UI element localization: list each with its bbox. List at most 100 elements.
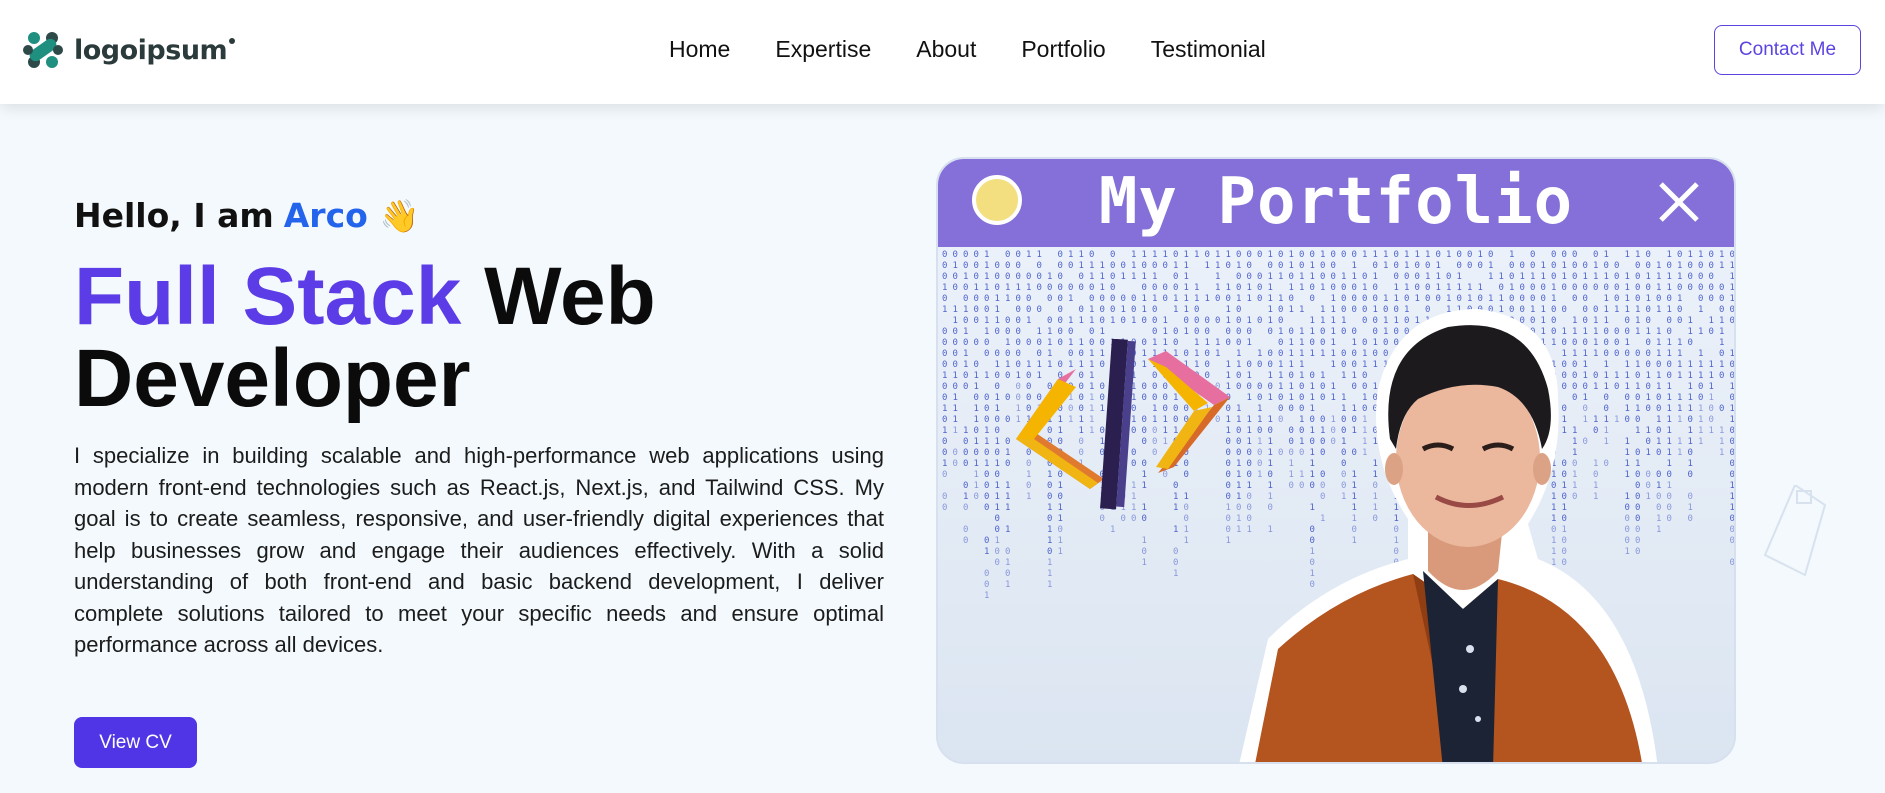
svg-text:0: 0 <box>1331 261 1336 271</box>
nav-link-about[interactable]: About <box>916 36 976 63</box>
nav-link-home[interactable]: Home <box>669 36 730 63</box>
svg-text:1: 1 <box>984 426 989 436</box>
svg-text:0: 0 <box>995 272 1000 282</box>
svg-text:0: 0 <box>1509 272 1514 282</box>
svg-text:1: 1 <box>1089 261 1094 271</box>
svg-text:0: 0 <box>1152 283 1157 293</box>
svg-text:1: 1 <box>1551 294 1556 304</box>
svg-text:1: 1 <box>1593 272 1598 282</box>
svg-text:0: 0 <box>1131 294 1136 304</box>
svg-text:1: 1 <box>995 316 1000 326</box>
svg-text:0: 0 <box>1425 261 1430 271</box>
svg-text:0: 0 <box>974 261 979 271</box>
logo[interactable]: logoipsum <box>22 30 236 70</box>
svg-text:0: 0 <box>984 503 989 513</box>
nav-link-portfolio[interactable]: Portfolio <box>1021 36 1105 63</box>
svg-text:1: 1 <box>1268 250 1273 260</box>
nav-link-expertise[interactable]: Expertise <box>775 36 871 63</box>
svg-text:0: 0 <box>1079 283 1084 293</box>
svg-text:1: 1 <box>1719 437 1724 447</box>
svg-text:0: 0 <box>984 349 989 359</box>
svg-text:0: 0 <box>942 360 947 370</box>
svg-text:0: 0 <box>1163 294 1168 304</box>
svg-text:1: 1 <box>1446 250 1451 260</box>
svg-text:0: 0 <box>1488 250 1493 260</box>
svg-text:0: 0 <box>1730 448 1735 458</box>
svg-text:1: 1 <box>974 459 979 469</box>
svg-text:1: 1 <box>1320 250 1325 260</box>
svg-text:1: 1 <box>1047 558 1052 568</box>
svg-text:0: 0 <box>953 272 958 282</box>
svg-text:0: 0 <box>1058 525 1063 535</box>
view-cv-button[interactable]: View CV <box>74 717 197 768</box>
svg-text:0: 0 <box>984 448 989 458</box>
svg-text:1: 1 <box>1730 415 1735 425</box>
svg-text:0: 0 <box>1047 294 1052 304</box>
svg-text:1: 1 <box>1719 327 1724 337</box>
svg-text:1: 1 <box>953 371 958 381</box>
svg-text:0: 0 <box>1583 261 1588 271</box>
svg-text:1: 1 <box>1467 283 1472 293</box>
svg-text:0: 0 <box>1572 250 1577 260</box>
svg-text:1: 1 <box>1457 272 1462 282</box>
svg-text:1: 1 <box>984 283 989 293</box>
svg-text:0: 0 <box>1562 283 1567 293</box>
svg-text:1: 1 <box>942 305 947 315</box>
svg-text:0: 0 <box>1289 294 1294 304</box>
svg-text:1: 1 <box>1551 283 1556 293</box>
nav-link-testimonial[interactable]: Testimonial <box>1151 36 1266 63</box>
svg-text:1: 1 <box>1005 580 1010 590</box>
greeting-prefix: Hello, I am <box>74 196 274 235</box>
svg-text:1: 1 <box>1184 294 1189 304</box>
svg-text:0: 0 <box>1635 283 1640 293</box>
svg-text:1: 1 <box>974 283 979 293</box>
svg-text:0: 0 <box>984 569 989 579</box>
close-icon[interactable] <box>1656 179 1702 225</box>
svg-text:1: 1 <box>1425 272 1430 282</box>
svg-text:0: 0 <box>1110 294 1115 304</box>
svg-text:1: 1 <box>1047 327 1052 337</box>
svg-text:1: 1 <box>1698 415 1703 425</box>
svg-text:0: 0 <box>1257 294 1262 304</box>
svg-text:1: 1 <box>1688 382 1693 392</box>
svg-text:0: 0 <box>1698 272 1703 282</box>
svg-text:0: 0 <box>1730 514 1735 524</box>
svg-text:1: 1 <box>1362 283 1367 293</box>
svg-text:0: 0 <box>1373 283 1378 293</box>
svg-text:0: 0 <box>1016 250 1021 260</box>
svg-text:1: 1 <box>1593 261 1598 271</box>
svg-text:0: 0 <box>1614 261 1619 271</box>
svg-text:1: 1 <box>1194 294 1199 304</box>
svg-text:1: 1 <box>1719 261 1724 271</box>
svg-text:0: 0 <box>1352 294 1357 304</box>
svg-text:1: 1 <box>1320 283 1325 293</box>
contact-me-button[interactable]: Contact Me <box>1714 25 1861 75</box>
svg-text:0: 0 <box>1467 261 1472 271</box>
svg-text:0: 0 <box>1478 261 1483 271</box>
svg-text:0: 0 <box>1205 250 1210 260</box>
svg-text:1: 1 <box>1194 250 1199 260</box>
svg-text:0: 0 <box>974 250 979 260</box>
svg-text:1: 1 <box>1152 250 1157 260</box>
svg-text:0: 0 <box>1646 250 1651 260</box>
svg-text:0: 0 <box>942 382 947 392</box>
svg-text:1: 1 <box>1089 272 1094 282</box>
svg-text:0: 0 <box>953 338 958 348</box>
svg-text:0: 0 <box>1268 261 1273 271</box>
svg-text:1: 1 <box>1499 272 1504 282</box>
svg-text:0: 0 <box>995 558 1000 568</box>
svg-text:0: 0 <box>1614 272 1619 282</box>
svg-text:1: 1 <box>1121 272 1126 282</box>
svg-text:0: 0 <box>953 283 958 293</box>
svg-text:1: 1 <box>1404 261 1409 271</box>
svg-text:1: 1 <box>1436 272 1441 282</box>
svg-text:0: 0 <box>1058 272 1063 282</box>
hero-headline: Full Stack Web Developer <box>74 256 656 420</box>
svg-text:1: 1 <box>1688 393 1693 403</box>
svg-text:1: 1 <box>995 305 1000 315</box>
svg-text:1: 1 <box>1709 360 1714 370</box>
svg-text:0: 0 <box>1331 283 1336 293</box>
svg-text:1: 1 <box>1436 283 1441 293</box>
svg-text:1: 1 <box>1562 261 1567 271</box>
svg-text:0: 0 <box>1121 294 1126 304</box>
